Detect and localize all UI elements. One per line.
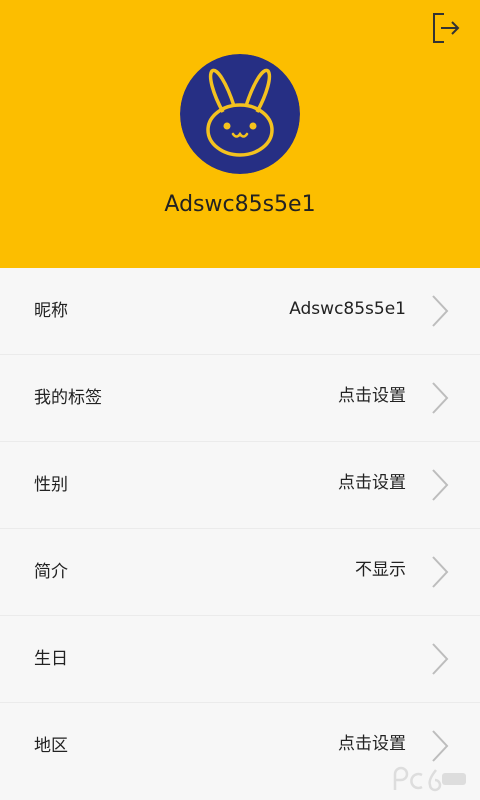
chevron-right-icon: [432, 469, 449, 501]
chevron-right-icon: [432, 556, 449, 588]
username: Adswc85s5e1: [164, 192, 316, 217]
row-label: 性别: [34, 475, 68, 495]
logout-icon: [433, 13, 460, 43]
row-label: 昵称: [34, 301, 68, 321]
row-label: 生日: [34, 649, 68, 669]
row-value: Adswc85s5e1: [289, 299, 406, 319]
row-gender[interactable]: 性别 点击设置: [0, 442, 480, 529]
row-value: 点击设置: [338, 386, 406, 406]
row-value: 不显示: [355, 560, 406, 580]
row-value: 点击设置: [338, 473, 406, 493]
pc6-logo-watermark: [393, 766, 466, 792]
row-my-tags[interactable]: 我的标签 点击设置: [0, 355, 480, 442]
profile-header: Adswc85s5e1: [0, 0, 480, 268]
logout-button[interactable]: [428, 10, 464, 46]
row-label: 我的标签: [34, 388, 102, 408]
avatar[interactable]: [180, 54, 300, 174]
chevron-right-icon: [432, 382, 449, 414]
row-birthday[interactable]: 生日: [0, 616, 480, 703]
row-bio[interactable]: 简介 不显示: [0, 529, 480, 616]
row-nickname[interactable]: 昵称 Adswc85s5e1: [0, 268, 480, 355]
profile-settings-list: 昵称 Adswc85s5e1 我的标签 点击设置 性别 点击设置 简介 不显示 …: [0, 268, 480, 790]
chevron-right-icon: [432, 730, 449, 762]
row-label: 地区: [34, 736, 68, 756]
bunny-avatar-icon: [180, 54, 300, 174]
chevron-right-icon: [432, 643, 449, 675]
chevron-right-icon: [432, 295, 449, 327]
row-label: 简介: [34, 562, 68, 582]
